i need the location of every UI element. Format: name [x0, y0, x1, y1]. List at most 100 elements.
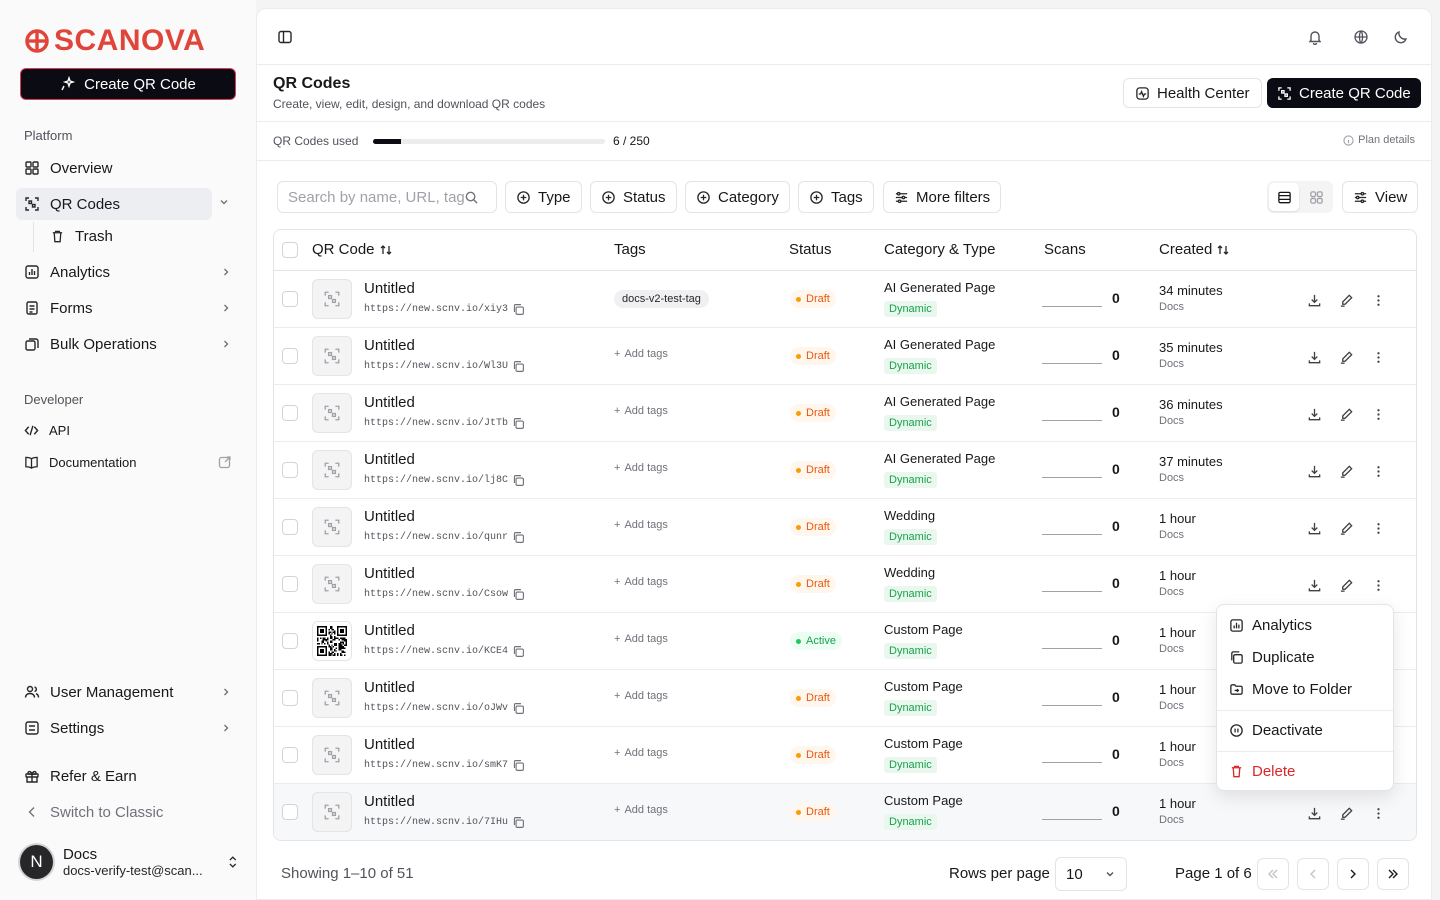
- tag-chip[interactable]: docs-v2-test-tag: [614, 290, 709, 308]
- sidebar-item-bulk-operations[interactable]: Bulk Operations: [16, 328, 240, 360]
- menu-item-duplicate[interactable]: Duplicate: [1221, 642, 1389, 672]
- sidebar-create-qr-button[interactable]: Create QR Code: [20, 68, 236, 100]
- qr-name[interactable]: Untitled: [364, 679, 415, 696]
- row-checkbox[interactable]: [282, 690, 298, 706]
- sidebar-item-trash[interactable]: Trash: [42, 220, 232, 252]
- table-row[interactable]: Untitled https://new.scnv.io/qunr + Add t…: [274, 499, 1416, 556]
- row-checkbox[interactable]: [282, 804, 298, 820]
- row-checkbox[interactable]: [282, 348, 298, 364]
- filter-status-button[interactable]: Status: [590, 181, 677, 213]
- column-created[interactable]: Created: [1159, 241, 1230, 258]
- more-options-icon[interactable]: [1367, 403, 1389, 425]
- user-account-menu[interactable]: N Docs docs-verify-test@scan...: [18, 840, 240, 884]
- more-filters-button[interactable]: More filters: [883, 181, 1002, 213]
- sidebar-item-analytics[interactable]: Analytics: [16, 256, 240, 288]
- copy-icon[interactable]: [512, 360, 525, 373]
- brand-logo[interactable]: SCANOVA: [24, 24, 205, 58]
- row-checkbox[interactable]: [282, 633, 298, 649]
- add-tags-button[interactable]: + Add tags: [614, 633, 668, 645]
- more-options-icon[interactable]: [1367, 346, 1389, 368]
- menu-item-deactivate[interactable]: Deactivate: [1221, 715, 1389, 745]
- qr-placeholder-icon[interactable]: [312, 678, 352, 718]
- qr-name[interactable]: Untitled: [364, 622, 415, 639]
- row-checkbox[interactable]: [282, 576, 298, 592]
- first-page-button[interactable]: [1257, 858, 1289, 890]
- rows-per-page-select[interactable]: 10: [1055, 857, 1127, 891]
- add-tags-button[interactable]: + Add tags: [614, 462, 668, 474]
- add-tags-button[interactable]: + Add tags: [614, 348, 668, 360]
- copy-icon[interactable]: [512, 702, 525, 715]
- qr-placeholder-icon[interactable]: [312, 564, 352, 604]
- column-qr-code[interactable]: QR Code: [312, 241, 393, 258]
- qr-placeholder-icon[interactable]: [312, 792, 352, 832]
- add-tags-button[interactable]: + Add tags: [614, 690, 668, 702]
- add-tags-button[interactable]: + Add tags: [614, 747, 668, 759]
- more-options-icon[interactable]: [1367, 460, 1389, 482]
- download-icon[interactable]: [1303, 289, 1325, 311]
- bell-icon[interactable]: [1301, 23, 1329, 51]
- qr-name[interactable]: Untitled: [364, 508, 415, 525]
- add-tags-button[interactable]: + Add tags: [614, 405, 668, 417]
- table-row[interactable]: Untitled https://new.scnv.io/Wl3U + Add t…: [274, 328, 1416, 385]
- search-input[interactable]: [288, 188, 464, 206]
- copy-icon[interactable]: [512, 531, 525, 544]
- sidebar-item-api[interactable]: API: [16, 414, 240, 446]
- row-checkbox[interactable]: [282, 405, 298, 421]
- table-row[interactable]: Untitled https://new.scnv.io/lj8C + Add t…: [274, 442, 1416, 499]
- more-options-icon[interactable]: [1367, 289, 1389, 311]
- list-view-icon[interactable]: [1269, 183, 1299, 211]
- download-icon[interactable]: [1303, 574, 1325, 596]
- create-qr-button[interactable]: Create QR Code: [1267, 78, 1421, 108]
- menu-item-move-to-folder[interactable]: Move to Folder: [1221, 674, 1389, 704]
- qr-name[interactable]: Untitled: [364, 565, 415, 582]
- copy-icon[interactable]: [512, 474, 525, 487]
- row-checkbox[interactable]: [282, 519, 298, 535]
- qr-placeholder-icon[interactable]: [312, 393, 352, 433]
- chevron-down-icon[interactable]: [218, 196, 230, 208]
- edit-icon[interactable]: [1335, 403, 1357, 425]
- more-options-icon[interactable]: [1367, 574, 1389, 596]
- edit-icon[interactable]: [1335, 574, 1357, 596]
- sidebar-item-overview[interactable]: Overview: [16, 152, 240, 184]
- sidebar-item-switch-classic[interactable]: Switch to Classic: [16, 796, 240, 828]
- table-row[interactable]: Untitled https://new.scnv.io/7IHu + Add t…: [274, 784, 1416, 840]
- qr-name[interactable]: Untitled: [364, 280, 415, 297]
- qr-placeholder-icon[interactable]: [312, 735, 352, 775]
- last-page-button[interactable]: [1377, 858, 1409, 890]
- download-icon[interactable]: [1303, 346, 1325, 368]
- copy-icon[interactable]: [512, 759, 525, 772]
- filter-category-button[interactable]: Category: [685, 181, 790, 213]
- search-box[interactable]: [277, 181, 497, 213]
- next-page-button[interactable]: [1337, 858, 1369, 890]
- edit-icon[interactable]: [1335, 802, 1357, 824]
- download-icon[interactable]: [1303, 517, 1325, 539]
- edit-icon[interactable]: [1335, 517, 1357, 539]
- table-row[interactable]: Untitled https://new.scnv.io/JtTb + Add t…: [274, 385, 1416, 442]
- menu-item-analytics[interactable]: Analytics: [1221, 610, 1389, 640]
- edit-icon[interactable]: [1335, 289, 1357, 311]
- row-checkbox[interactable]: [282, 747, 298, 763]
- menu-item-delete[interactable]: Delete: [1221, 756, 1389, 786]
- qr-name[interactable]: Untitled: [364, 793, 415, 810]
- sidebar-item-documentation[interactable]: Documentation: [16, 446, 240, 478]
- filter-tags-button[interactable]: Tags: [798, 181, 874, 213]
- qr-placeholder-icon[interactable]: [312, 507, 352, 547]
- download-icon[interactable]: [1303, 403, 1325, 425]
- moon-icon[interactable]: [1387, 23, 1415, 51]
- add-tags-button[interactable]: + Add tags: [614, 519, 668, 531]
- qr-placeholder-icon[interactable]: [312, 336, 352, 376]
- health-center-button[interactable]: Health Center: [1123, 78, 1262, 108]
- more-options-icon[interactable]: [1367, 802, 1389, 824]
- edit-icon[interactable]: [1335, 346, 1357, 368]
- qr-name[interactable]: Untitled: [364, 736, 415, 753]
- qr-placeholder-icon[interactable]: [312, 450, 352, 490]
- add-tags-button[interactable]: + Add tags: [614, 804, 668, 816]
- edit-icon[interactable]: [1335, 460, 1357, 482]
- sidebar-item-settings[interactable]: Settings: [16, 712, 240, 744]
- qr-name[interactable]: Untitled: [364, 337, 415, 354]
- table-row[interactable]: Untitled https://new.scnv.io/xiy3 docs-v…: [274, 271, 1416, 328]
- prev-page-button[interactable]: [1297, 858, 1329, 890]
- sidebar-item-refer-earn[interactable]: Refer & Earn: [16, 760, 240, 792]
- plan-details-link[interactable]: Plan details: [1343, 134, 1415, 146]
- qr-thumbnail[interactable]: [312, 621, 352, 661]
